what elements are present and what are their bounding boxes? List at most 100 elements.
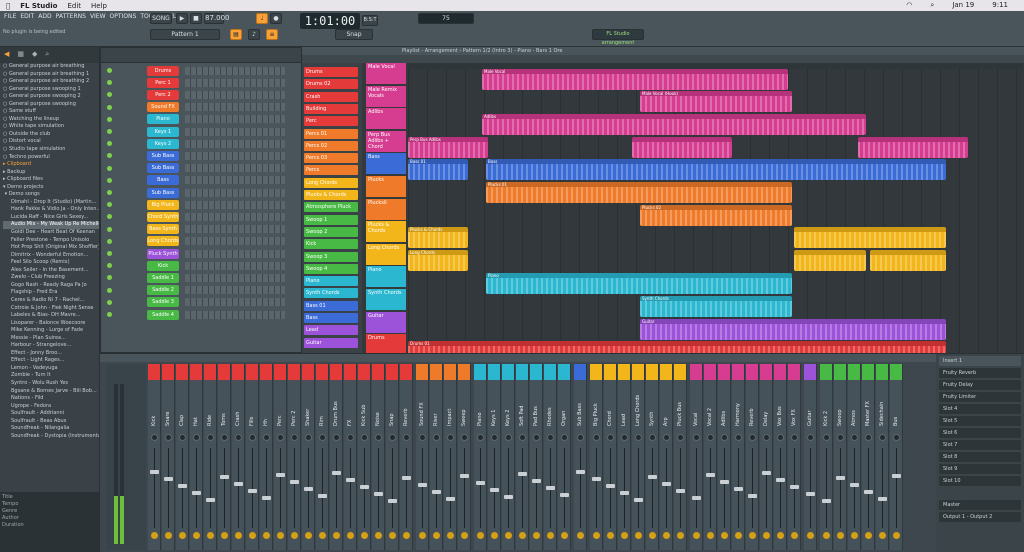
volume-fader[interactable]	[402, 476, 411, 480]
menu-file[interactable]: FILE	[4, 13, 16, 20]
pattern-item[interactable]: Drums 02	[304, 79, 358, 90]
volume-fader[interactable]	[892, 474, 901, 478]
channel-row[interactable]: Big Pluck	[103, 199, 300, 210]
route-knob[interactable]	[621, 532, 628, 539]
song-item[interactable]: Lucida Raff - Nice Girls Sexey...	[3, 214, 99, 222]
mixer-strip[interactable]: Sound FX	[416, 364, 429, 550]
pan-knob[interactable]	[621, 434, 628, 441]
volume-fader[interactable]	[460, 474, 469, 478]
step-sequencer[interactable]	[185, 298, 285, 307]
pattern-item[interactable]: Swoop 1	[304, 214, 358, 225]
volume-fader[interactable]	[418, 483, 427, 487]
song-item[interactable]: Gogo Nash - Ready Raga Pa Jo	[3, 282, 99, 290]
step-sequencer[interactable]	[185, 286, 285, 295]
browser-item[interactable]: ○ Watching the lineup	[3, 116, 99, 124]
playlist-clip[interactable]: Male Vocal (Hook)	[640, 91, 792, 112]
effect-slot[interactable]: Fruity Limiter	[939, 392, 1021, 402]
volume-fader[interactable]	[178, 484, 187, 488]
playlist-clip[interactable]	[858, 137, 968, 158]
volume-fader[interactable]	[234, 482, 243, 486]
pan-knob[interactable]	[291, 434, 298, 441]
volume-fader[interactable]	[706, 473, 715, 477]
volume-fader[interactable]	[878, 497, 887, 501]
volume-fader[interactable]	[532, 479, 541, 483]
output-select[interactable]: Output 1 - Output 2	[939, 512, 1021, 522]
tempo-display[interactable]: 87.000	[204, 13, 230, 24]
route-knob[interactable]	[419, 532, 426, 539]
pan-knob[interactable]	[807, 434, 814, 441]
step-sequencer[interactable]	[185, 237, 285, 246]
pan-knob[interactable]	[419, 434, 426, 441]
channel-name-button[interactable]: Sub Bass	[147, 187, 179, 198]
volume-fader[interactable]	[164, 477, 173, 481]
browser-folder[interactable]: ▾ Demo projects	[3, 184, 99, 192]
route-knob[interactable]	[677, 532, 684, 539]
volume-fader[interactable]	[648, 475, 657, 479]
playlist-clip[interactable]	[794, 250, 866, 271]
step-sequencer[interactable]	[185, 310, 285, 319]
route-knob[interactable]	[663, 532, 670, 539]
pan-knob[interactable]	[235, 434, 242, 441]
browser-item[interactable]: ○ Studio tape simulation	[3, 146, 99, 154]
route-knob[interactable]	[865, 532, 872, 539]
menu-edit[interactable]: EDIT	[20, 13, 34, 20]
mixer-strip[interactable]: Soft Pad	[516, 364, 529, 550]
channel-mute-led[interactable]	[107, 165, 112, 171]
route-knob[interactable]	[193, 532, 200, 539]
route-knob[interactable]	[447, 532, 454, 539]
route-knob[interactable]	[291, 532, 298, 539]
playlist-clip[interactable]: Bass 01	[408, 159, 468, 180]
channel-row[interactable]: Long Chords	[103, 236, 300, 247]
browser-item[interactable]: ○ General purpose air breathing	[3, 63, 99, 71]
pan-knob[interactable]	[193, 434, 200, 441]
track-header[interactable]: Long Chords	[366, 243, 406, 265]
mixer-strip[interactable]: Lead	[618, 364, 631, 550]
route-knob[interactable]	[361, 532, 368, 539]
pan-knob[interactable]	[777, 434, 784, 441]
song-item[interactable]: Effect - Jonny Broo...	[3, 350, 99, 358]
volume-fader[interactable]	[720, 480, 729, 484]
mixer-strip[interactable]: Impact	[444, 364, 457, 550]
channel-mute-led[interactable]	[107, 214, 112, 220]
channel-row[interactable]: Bass	[103, 175, 300, 186]
volume-fader[interactable]	[518, 472, 527, 476]
route-knob[interactable]	[533, 532, 540, 539]
mixer-strip[interactable]: Reverb	[746, 364, 759, 550]
playlist-toggle-icon[interactable]: ▤	[230, 29, 242, 40]
pan-knob[interactable]	[207, 434, 214, 441]
volume-fader[interactable]	[606, 484, 615, 488]
pan-knob[interactable]	[403, 434, 410, 441]
channel-name-button[interactable]: Saddle 4	[147, 309, 179, 320]
pattern-item[interactable]: Long Chords	[304, 177, 358, 188]
playlist-clip[interactable]: Long Chords	[408, 250, 468, 271]
effect-slot[interactable]: Slot 7	[939, 440, 1021, 450]
pan-knob[interactable]	[179, 434, 186, 441]
search-icon[interactable]: ⌕	[930, 1, 934, 10]
song-item[interactable]: Dimahl - Drop It (Studio) (Martin...	[3, 199, 99, 207]
volume-fader[interactable]	[290, 480, 299, 484]
browser-folder[interactable]: ▾ Demo songs	[3, 191, 99, 199]
channel-mute-led[interactable]	[107, 312, 112, 317]
channel-name-button[interactable]: Bass	[147, 175, 179, 186]
song-position-display[interactable]: 1:01:00	[300, 13, 360, 29]
song-item[interactable]: Flagship - Fred Era	[3, 289, 99, 297]
pan-knob[interactable]	[735, 434, 742, 441]
pattern-item[interactable]: Guitar	[304, 337, 358, 348]
mixer-strip[interactable]: Pad Bus	[530, 364, 543, 550]
pan-knob[interactable]	[577, 434, 584, 441]
pattern-item[interactable]: Percs 01	[304, 128, 358, 139]
pan-knob[interactable]	[491, 434, 498, 441]
effect-slot[interactable]: Slot 8	[939, 452, 1021, 462]
channel-row[interactable]: Keys 1	[103, 126, 300, 137]
pattern-item[interactable]: Percs 02	[304, 140, 358, 151]
mixer-strip[interactable]: Arp	[660, 364, 673, 550]
pan-knob[interactable]	[607, 434, 614, 441]
route-knob[interactable]	[577, 532, 584, 539]
route-knob[interactable]	[235, 532, 242, 539]
channel-mute-led[interactable]	[107, 68, 112, 73]
song-item[interactable]: Feller Prestone - Tempo Unisolo	[3, 237, 99, 245]
pattern-item[interactable]: Building	[304, 103, 358, 114]
track-header[interactable]: Perp Bus Adlibs + Chord	[366, 130, 406, 152]
playlist-clip[interactable]	[870, 250, 946, 271]
pattern-item[interactable]: Drums	[304, 67, 358, 77]
